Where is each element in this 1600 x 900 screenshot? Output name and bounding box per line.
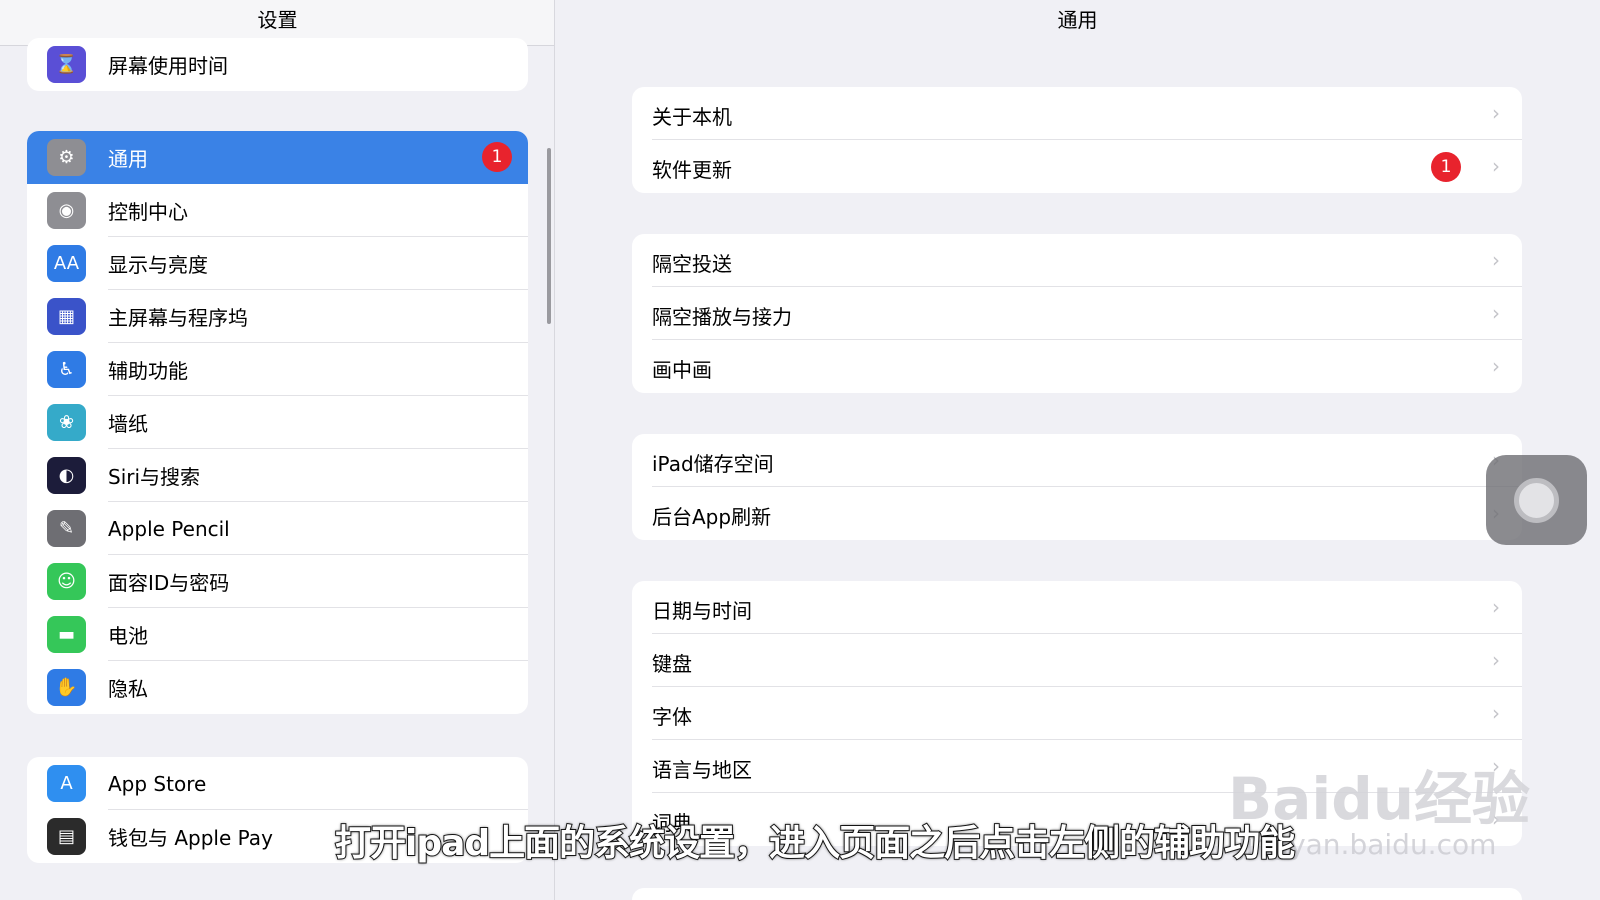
accessibility-icon: ♿	[47, 351, 86, 388]
general-item-2-0[interactable]: iPad储存空间›	[632, 434, 1522, 487]
general-group-airdrop: 隔空投送 › 隔空播放与接力 › 画中画 ›	[632, 234, 1522, 393]
sidebar-item-b-0[interactable]: ⚙ 通用 1	[27, 131, 528, 184]
sidebar-group-screen-time: ⌛ 屏幕使用时间	[27, 38, 528, 91]
notification-badge: 1	[482, 142, 512, 172]
sidebar-item-label: Apple Pencil	[108, 516, 230, 541]
general-group-storage: iPad储存空间›后台App刷新›	[632, 434, 1522, 540]
sidebar-item-label: 面容ID与密码	[108, 571, 230, 595]
sidebar-item-label: 钱包与 Apple Pay	[108, 826, 273, 850]
sidebar-item-b-7[interactable]: ✎ Apple Pencil	[27, 502, 528, 555]
chevron-right-icon: ›	[1492, 154, 1500, 178]
hand-icon: ✋	[47, 669, 86, 706]
sidebar-item-label: 隐私	[108, 677, 148, 701]
chevron-right-icon: ›	[1492, 595, 1500, 619]
general-item-label: 画中画	[652, 358, 712, 382]
sidebar-item-label: 控制中心	[108, 200, 188, 224]
pencil-icon: ✎	[47, 510, 86, 547]
general-item-label: 字体	[652, 705, 692, 729]
general-item-1-1[interactable]: 隔空播放与接力 ›	[632, 287, 1522, 340]
sidebar-group-system: ⚙ 通用 1 ◉ 控制中心 AA 显示与亮度 ▦ 主屏幕与程序坞 ♿ 辅助功能 ❀ 墙纸 ◐ Siri与搜索…	[27, 131, 528, 714]
page-title: 通用	[1057, 8, 1098, 32]
general-item-label: 键盘	[652, 652, 692, 676]
sidebar-item-label: App Store	[108, 771, 207, 796]
update-badge: 1	[1431, 152, 1461, 182]
general-item-1-2[interactable]: 画中画 ›	[632, 340, 1522, 393]
chevron-right-icon: ›	[1492, 701, 1500, 725]
sidebar-item-label: Siri与搜索	[108, 465, 201, 489]
general-item-1-0[interactable]: 隔空投送 ›	[632, 234, 1522, 287]
assistive-touch-icon	[1514, 478, 1559, 523]
general-item-label: 语言与地区	[652, 758, 752, 782]
video-subtitle: 打开ipad上面的系统设置，进入页面之后点击左侧的辅助功能	[334, 822, 1296, 865]
general-item-label: 日期与时间	[652, 599, 752, 623]
general-item-label: 后台App刷新	[652, 505, 772, 529]
text-size-icon: AA	[47, 245, 86, 282]
sidebar-item-label: 屏幕使用时间	[108, 54, 228, 78]
sidebar-item-b-6[interactable]: ◐ Siri与搜索	[27, 449, 528, 502]
siri-icon: ◐	[47, 457, 86, 494]
sidebar-item-b-4[interactable]: ♿ 辅助功能	[27, 343, 528, 396]
chevron-right-icon: ›	[1492, 301, 1500, 325]
chevron-right-icon: ›	[1492, 101, 1500, 125]
sidebar-item-b-3[interactable]: ▦ 主屏幕与程序坞	[27, 290, 528, 343]
chevron-right-icon: ›	[1492, 648, 1500, 672]
toggles-icon: ◉	[47, 192, 86, 229]
hourglass-icon: ⌛	[47, 46, 86, 83]
settings-sidebar: 设置 ⌛ 屏幕使用时间 ⚙ 通用 1 ◉ 控制中心 AA 显示与亮度 ▦ 主屏幕与程序坞 ♿ 辅助功能…	[0, 0, 555, 900]
sidebar-item-label: 显示与亮度	[108, 253, 208, 277]
home-grid-icon: ▦	[47, 298, 86, 335]
general-group-about: 关于本机 › 软件更新 1 ›	[632, 87, 1522, 193]
sidebar-scrollbar[interactable]	[547, 148, 551, 324]
general-item-0-1[interactable]: 软件更新 1 ›	[632, 140, 1522, 193]
general-item-label: iPad储存空间	[652, 452, 774, 476]
chevron-right-icon: ›	[1492, 248, 1500, 272]
wallet-icon: ▤	[47, 818, 86, 855]
sidebar-title: 设置	[257, 8, 298, 32]
sidebar-item-b-1[interactable]: ◉ 控制中心	[27, 184, 528, 237]
sidebar-item-label: 墙纸	[108, 412, 148, 436]
gear-icon: ⚙	[47, 139, 86, 176]
chevron-right-icon: ›	[1492, 354, 1500, 378]
general-item-label: 关于本机	[652, 105, 732, 129]
general-item-label: 隔空播放与接力	[652, 305, 792, 329]
battery-icon: ▬	[47, 616, 86, 653]
general-item-0-0[interactable]: 关于本机 ›	[632, 87, 1522, 140]
sidebar-item-c-0[interactable]: A App Store	[27, 757, 528, 810]
sidebar-item-label: 电池	[108, 624, 148, 648]
sidebar-item-b-8[interactable]: ☺ 面容ID与密码	[27, 555, 528, 608]
sidebar-item-b-10[interactable]: ✋ 隐私	[27, 661, 528, 714]
general-item-2-1[interactable]: 后台App刷新›	[632, 487, 1522, 540]
sidebar-item-b-9[interactable]: ▬ 电池	[27, 608, 528, 661]
sidebar-item-a-0[interactable]: ⌛ 屏幕使用时间	[27, 38, 528, 91]
sidebar-item-label: 主屏幕与程序坞	[108, 306, 248, 330]
sidebar-item-label: 通用	[108, 147, 148, 171]
sidebar-item-b-5[interactable]: ❀ 墙纸	[27, 396, 528, 449]
general-group-next	[632, 888, 1522, 900]
sidebar-item-b-2[interactable]: AA 显示与亮度	[27, 237, 528, 290]
general-item-3-0[interactable]: 日期与时间 ›	[632, 581, 1522, 634]
general-item-3-2[interactable]: 字体 ›	[632, 687, 1522, 740]
assistive-touch-button[interactable]	[1486, 455, 1587, 545]
face-id-icon: ☺	[47, 563, 86, 600]
app-store-icon: A	[47, 765, 86, 802]
general-item-label: 软件更新	[652, 158, 732, 182]
wallpaper-flower-icon: ❀	[47, 404, 86, 441]
sidebar-item-label: 辅助功能	[108, 359, 188, 383]
general-item-label: 隔空投送	[652, 252, 732, 276]
general-item-3-1[interactable]: 键盘 ›	[632, 634, 1522, 687]
